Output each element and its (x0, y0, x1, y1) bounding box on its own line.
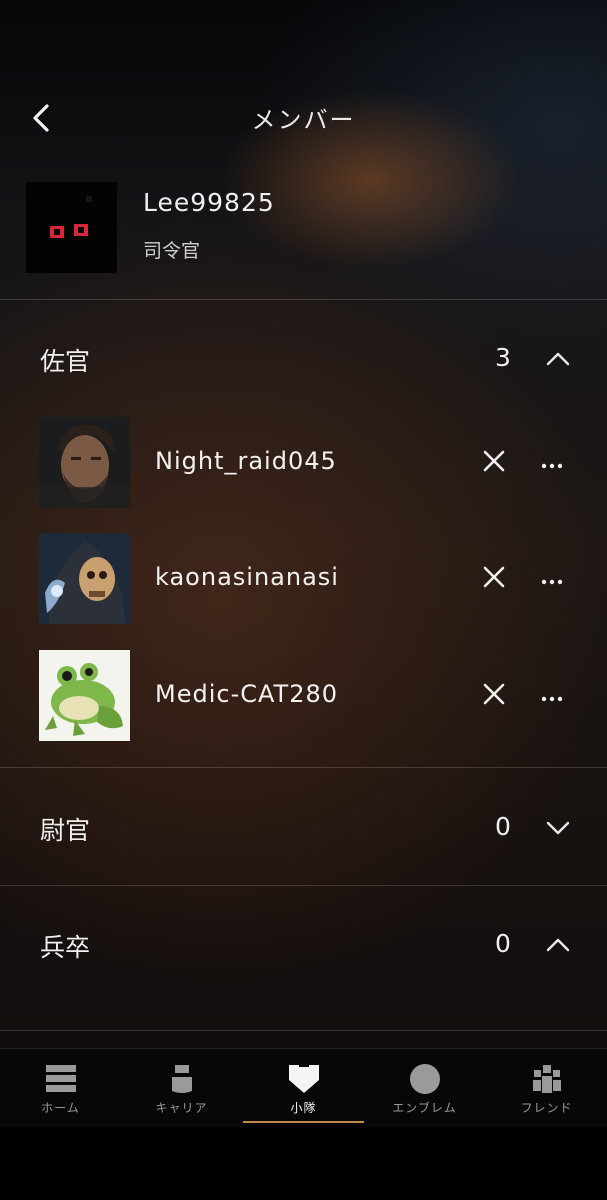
section-count: 0 (495, 929, 511, 958)
member-avatar[interactable] (39, 533, 130, 624)
leader-name: Lee99825 (143, 188, 275, 217)
tab-label: エンブレム (392, 1101, 457, 1115)
tab-emblem[interactable]: エンブレム (364, 1049, 485, 1127)
remove-member-button[interactable] (480, 447, 508, 475)
pixel-cat-emblem (26, 182, 117, 273)
more-horizontal-icon (541, 579, 563, 585)
divider (0, 767, 607, 768)
close-icon (483, 450, 505, 472)
emblem-icon (410, 1064, 440, 1094)
section-title-enlisted: 兵卒 (40, 933, 91, 962)
tab-friends[interactable]: フレンド (486, 1049, 607, 1127)
chevron-up-icon (546, 938, 570, 952)
active-tab-indicator (243, 1121, 364, 1123)
career-icon (172, 1065, 192, 1093)
tab-label: ホーム (41, 1101, 80, 1115)
remove-member-button[interactable] (480, 680, 508, 708)
member-avatar[interactable] (39, 417, 130, 508)
tab-bar: ホーム キャリア 小隊 エンブレム フレンド (0, 1048, 607, 1127)
portrait-man-avatar (39, 417, 130, 508)
leader-avatar[interactable] (26, 182, 117, 273)
more-horizontal-icon (541, 696, 563, 702)
tab-home[interactable]: ホーム (0, 1049, 121, 1127)
skull-reaper-avatar (39, 533, 130, 624)
close-icon (483, 566, 505, 588)
section-title-company-officers: 尉官 (40, 816, 91, 845)
collapse-section-button[interactable] (544, 349, 572, 369)
divider (0, 885, 607, 886)
chevron-up-icon (546, 352, 570, 366)
home-icon (46, 1065, 76, 1092)
collapse-section-button[interactable] (544, 935, 572, 955)
divider (0, 299, 607, 300)
more-options-button[interactable] (538, 572, 566, 585)
tab-squad[interactable]: 小隊 (243, 1049, 364, 1127)
bottom-safe-area (0, 1127, 607, 1200)
expand-section-button[interactable] (544, 818, 572, 838)
tab-label: 小隊 (290, 1101, 317, 1115)
page-title: メンバー (251, 106, 356, 134)
more-horizontal-icon (541, 463, 563, 469)
member-avatar[interactable] (39, 650, 130, 741)
tab-career[interactable]: キャリア (121, 1049, 242, 1127)
squad-icon (289, 1063, 319, 1093)
section-title-field-officers: 佐官 (40, 347, 91, 376)
member-name: kaonasinanasi (155, 563, 339, 591)
more-options-button[interactable] (538, 689, 566, 702)
member-name: Night_raid045 (155, 447, 337, 475)
divider (0, 1030, 607, 1031)
section-count: 3 (495, 343, 511, 372)
close-icon (483, 683, 505, 705)
leader-role: 司令官 (143, 240, 201, 262)
remove-member-button[interactable] (480, 563, 508, 591)
section-count: 0 (495, 812, 511, 841)
chevron-down-icon (546, 821, 570, 835)
member-name: Medic-CAT280 (155, 680, 339, 708)
tab-label: キャリア (155, 1101, 208, 1115)
tab-label: フレンド (520, 1101, 573, 1115)
friends-icon (533, 1065, 561, 1093)
more-options-button[interactable] (538, 456, 566, 469)
frog-avatar (39, 650, 130, 741)
